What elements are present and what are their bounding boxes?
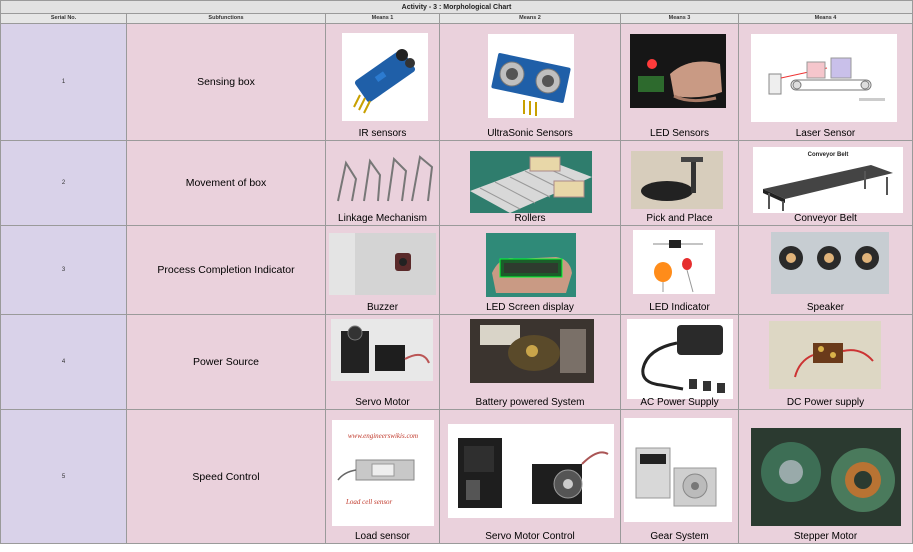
means-label: Servo Motor Control — [485, 531, 575, 542]
means-label: Battery powered System — [475, 397, 585, 408]
laser-sensor-image — [751, 34, 897, 122]
means-label: LED Sensors — [650, 128, 709, 139]
header-serial[interactable]: Serial No. — [0, 14, 127, 24]
means-label: Speaker — [806, 302, 845, 313]
means-label: Conveyor Belt — [794, 213, 857, 224]
servo-motor-image — [331, 319, 433, 381]
means-label: AC Power Supply — [640, 397, 719, 408]
dc-power-supply-image — [769, 321, 881, 389]
means-cell-2-3[interactable]: Pick and Place — [621, 141, 739, 226]
buzzer-image — [329, 233, 436, 295]
means-label: Load sensor — [354, 531, 411, 542]
morphological-chart-sheet: Activity - 3 : Morphological Chart Seria… — [0, 0, 913, 552]
battery-system-image — [470, 319, 594, 383]
header-means-2[interactable]: Means 2 — [440, 14, 621, 24]
means-cell-3-2[interactable]: LED Screen display — [440, 226, 621, 315]
led-indicator-image — [633, 230, 715, 294]
means-cell-3-4[interactable]: Speaker — [739, 226, 913, 315]
means-cell-2-4[interactable]: Conveyor Belt Conveyor Belt — [739, 141, 913, 226]
header-means-1[interactable]: Means 1 — [326, 14, 440, 24]
means-label: UltraSonic Sensors — [487, 128, 573, 139]
means-label: LED Screen display — [486, 302, 574, 313]
means-cell-5-3[interactable]: Gear System — [621, 410, 739, 544]
means-cell-3-3[interactable]: LED Indicator — [621, 226, 739, 315]
header-subfunctions[interactable]: Subfunctions — [127, 14, 326, 24]
means-cell-5-1[interactable]: www.engineerswikis.com Load cell sensor … — [326, 410, 440, 544]
means-cell-2-1[interactable]: Linkage Mechanism — [326, 141, 440, 226]
ir-sensor-image — [342, 33, 428, 121]
serial-cell-4[interactable]: 4 — [0, 315, 127, 410]
means-label: LED Indicator — [649, 302, 710, 313]
subfunction-cell-5[interactable]: Speed Control — [127, 410, 326, 544]
load-cell-caption-text: Load cell sensor — [345, 498, 393, 506]
servo-motor-control-image — [448, 424, 614, 518]
means-label: Buzzer — [366, 302, 399, 313]
means-cell-1-2[interactable]: UltraSonic Sensors — [440, 24, 621, 141]
means-label: IR sensors — [358, 128, 407, 139]
serial-cell-5[interactable]: 5 — [0, 410, 127, 544]
header-means-3[interactable]: Means 3 — [621, 14, 739, 24]
means-label: Linkage Mechanism — [338, 213, 427, 224]
gear-system-image — [624, 418, 732, 522]
led-screen-image — [486, 233, 576, 297]
led-sensor-image — [630, 34, 726, 108]
means-cell-4-4[interactable]: DC Power supply — [739, 315, 913, 410]
conveyor-caption-text: Conveyor Belt — [808, 152, 849, 158]
linkage-mechanism-image — [334, 149, 434, 209]
means-cell-5-4[interactable]: Stepper Motor — [739, 410, 913, 544]
means-cell-1-3[interactable]: LED Sensors — [621, 24, 739, 141]
subfunction-cell-2[interactable]: Movement of box — [127, 141, 326, 226]
header-means-4[interactable]: Means 4 — [739, 14, 913, 24]
rollers-image — [470, 151, 592, 213]
means-label: DC Power supply — [786, 397, 865, 408]
stepper-motor-image — [751, 428, 901, 526]
means-cell-4-3[interactable]: AC Power Supply — [621, 315, 739, 410]
means-cell-5-2[interactable]: Servo Motor Control — [440, 410, 621, 544]
ac-power-supply-image — [627, 319, 733, 399]
pick-and-place-image — [631, 151, 723, 209]
load-cell-image: www.engineerswikis.com Load cell sensor — [332, 420, 434, 526]
means-cell-1-4[interactable]: Laser Sensor — [739, 24, 913, 141]
means-label: Laser Sensor — [795, 128, 856, 139]
means-cell-3-1[interactable]: Buzzer — [326, 226, 440, 315]
conveyor-belt-image: Conveyor Belt — [753, 147, 903, 213]
ultrasonic-sensor-image — [488, 34, 574, 118]
means-label: Stepper Motor — [793, 531, 858, 542]
speaker-image — [771, 232, 889, 294]
subfunction-cell-4[interactable]: Power Source — [127, 315, 326, 410]
means-label: Servo Motor — [355, 397, 410, 408]
means-cell-1-1[interactable]: IR sensors — [326, 24, 440, 141]
means-cell-4-2[interactable]: Battery powered System — [440, 315, 621, 410]
chart-title[interactable]: Activity - 3 : Morphological Chart — [0, 0, 913, 14]
serial-cell-3[interactable]: 3 — [0, 226, 127, 315]
watermark-text: www.engineerswikis.com — [348, 432, 418, 440]
subfunction-cell-3[interactable]: Process Completion Indicator — [127, 226, 326, 315]
means-cell-4-1[interactable]: Servo Motor — [326, 315, 440, 410]
means-label: Rollers — [514, 213, 546, 224]
means-label: Gear System — [650, 531, 709, 542]
serial-cell-2[interactable]: 2 — [0, 141, 127, 226]
means-label: Pick and Place — [646, 213, 713, 224]
subfunction-cell-1[interactable]: Sensing box — [127, 24, 326, 141]
means-cell-2-2[interactable]: Rollers — [440, 141, 621, 226]
serial-cell-1[interactable]: 1 — [0, 24, 127, 141]
